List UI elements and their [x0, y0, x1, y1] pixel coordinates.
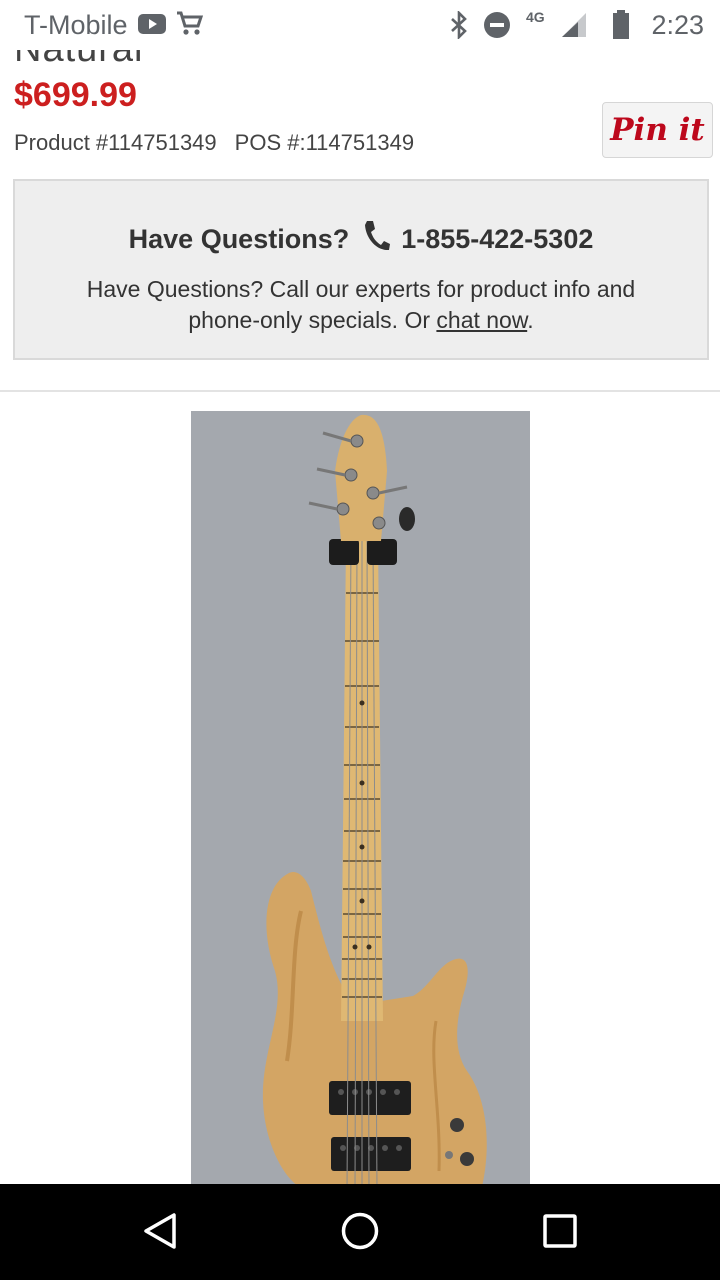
home-icon[interactable] [340, 1211, 380, 1256]
status-bar: T-Mobile 4G 2:23 [0, 0, 720, 50]
shopping-cart-icon [176, 11, 204, 42]
product-price: $699.99 [14, 76, 137, 114]
phone-number-link[interactable]: 1-855-422-5302 [401, 224, 593, 255]
bass-guitar-illustration [191, 411, 530, 1184]
questions-body-text: Have Questions? Call our experts for pro… [86, 276, 636, 333]
network-type-label: 4G [526, 9, 545, 25]
questions-body: Have Questions? Call our experts for pro… [51, 274, 671, 336]
questions-headline: Have Questions? 1-855-422-5302 [15, 219, 707, 260]
product-number: Product #114751349 [14, 130, 217, 155]
pos-number: POS #:114751349 [234, 130, 415, 155]
questions-box: Have Questions? 1-855-422-5302 Have Ques… [13, 179, 709, 360]
section-divider [0, 390, 720, 392]
carrier-label: T-Mobile [24, 10, 128, 40]
back-icon[interactable] [140, 1211, 180, 1256]
pin-it-button[interactable]: Pin it [602, 102, 713, 158]
questions-headline-text: Have Questions? [128, 224, 350, 254]
questions-body-suffix: . [527, 307, 534, 333]
recents-icon[interactable] [540, 1211, 580, 1256]
product-meta: Product #114751349 POS #:114751349 [14, 130, 414, 156]
do-not-disturb-icon [483, 11, 511, 44]
youtube-icon [137, 13, 167, 40]
product-title-partial: Natural [14, 50, 144, 71]
page-content: Natural $699.99 Product #114751349 POS #:… [0, 50, 720, 1184]
system-nav-bar [0, 1184, 720, 1280]
phone-icon [361, 219, 391, 260]
battery-icon [612, 10, 630, 45]
chat-now-link[interactable]: chat now [436, 307, 527, 333]
bluetooth-icon [449, 9, 469, 44]
signal-icon [560, 12, 588, 43]
product-image[interactable] [191, 411, 530, 1184]
clock: 2:23 [651, 10, 704, 40]
